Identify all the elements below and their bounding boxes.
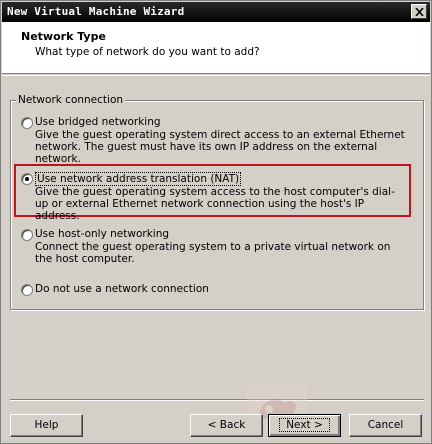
footer-divider-highlight [10, 400, 424, 401]
next-button-label: Next > [279, 418, 330, 432]
next-button[interactable]: Next > [268, 414, 341, 437]
cancel-button-label: Cancel [367, 419, 404, 431]
close-button[interactable] [411, 4, 427, 19]
option-description: Give the guest operating system direct a… [35, 129, 405, 165]
page-title: Network Type [21, 30, 106, 43]
back-button[interactable]: < Back [190, 414, 263, 437]
option-label[interactable]: Use bridged networking [35, 116, 161, 128]
window-title: New Virtual Machine Wizard [7, 5, 185, 18]
option-label[interactable]: Use network address translation (NAT) [35, 172, 242, 186]
option-label[interactable]: Do not use a network connection [35, 283, 209, 295]
radio-no-network[interactable] [21, 284, 33, 296]
wizard-header: Network Type What type of network do you… [2, 22, 430, 74]
back-button-label: < Back [207, 419, 246, 431]
cancel-button[interactable]: Cancel [349, 414, 422, 437]
radio-nat[interactable] [21, 173, 33, 185]
help-button-label: Help [34, 419, 59, 431]
header-divider [2, 75, 430, 76]
radio-host-only[interactable] [21, 229, 33, 241]
wizard-window: New Virtual Machine Wizard Network Type … [0, 0, 432, 444]
page-subtitle: What type of network do you want to add? [35, 46, 260, 58]
option-description: Connect the guest operating system to a … [35, 241, 391, 265]
option-description: Give the guest operating system access t… [35, 186, 395, 222]
help-button[interactable]: Help [10, 414, 83, 437]
title-bar[interactable]: New Virtual Machine Wizard [2, 2, 430, 22]
group-legend: Network connection [16, 94, 126, 106]
option-label[interactable]: Use host-only networking [35, 228, 169, 240]
radio-bridged[interactable] [21, 117, 33, 129]
